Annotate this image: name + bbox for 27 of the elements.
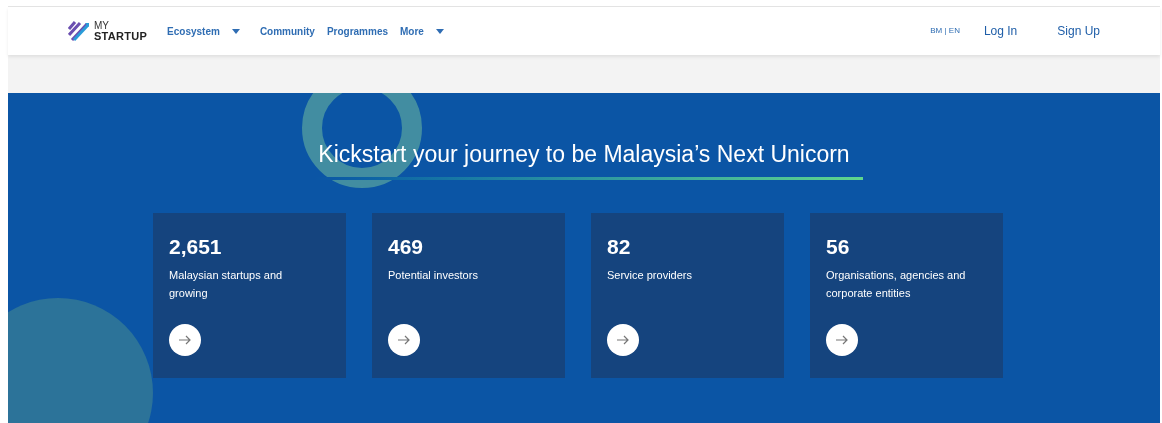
stat-value: 2,651 [169, 234, 223, 259]
stat-label: Service providers [607, 267, 693, 283]
logo-icon [68, 21, 90, 41]
stat-label: Potential investors [388, 267, 479, 283]
arrow-right-icon [179, 334, 191, 345]
signup-link[interactable]: Sign Up [1057, 22, 1100, 40]
stat-value: 56 [826, 234, 851, 259]
logo-text: STARTUP [94, 31, 148, 41]
arrow-right-icon [398, 334, 410, 345]
arrow-button[interactable] [169, 323, 201, 356]
stat-value: 82 [607, 234, 632, 259]
stat-label: Organisations, agencies and corporate entities [826, 267, 967, 301]
stat-label: Malaysian startups and growing [169, 267, 284, 301]
hero-title: Kickstart your journey to be Malaysia’s Next Unicorn [318, 140, 850, 169]
arrow-button[interactable] [607, 323, 639, 356]
arrow-button[interactable] [826, 323, 858, 356]
logo-text: MY [94, 21, 110, 31]
nav-link[interactable]: Community [259, 23, 315, 39]
nav-link[interactable]: More [400, 23, 444, 39]
nav-link[interactable]: Programmes [326, 23, 388, 39]
stat-value: 469 [388, 234, 425, 259]
arrow-right-icon [617, 334, 629, 345]
arrow-right-icon [836, 334, 848, 345]
login-link[interactable]: Log In [983, 22, 1018, 40]
arrow-button[interactable] [388, 323, 420, 356]
language-link[interactable]: BM | EN [930, 25, 960, 37]
nav-link[interactable]: Ecosystem [167, 23, 240, 39]
